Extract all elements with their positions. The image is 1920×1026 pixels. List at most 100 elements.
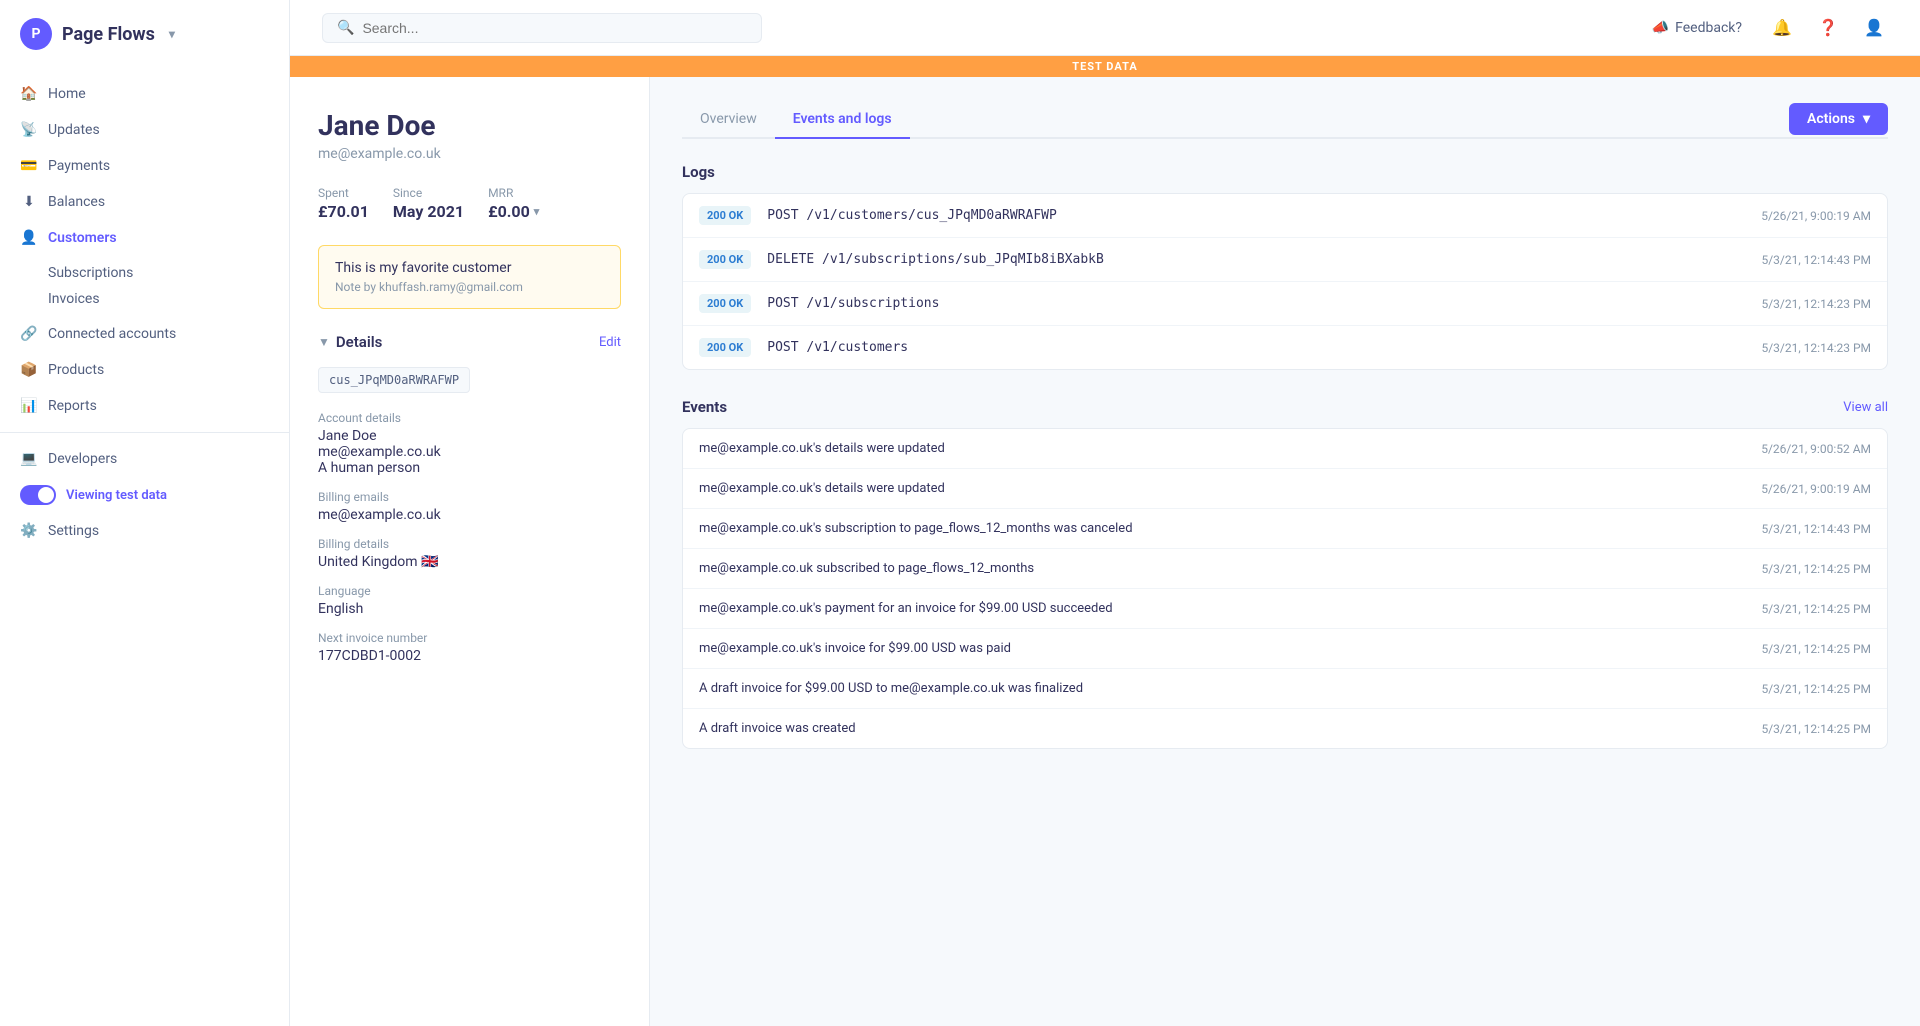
status-badge: 200 OK	[699, 250, 751, 269]
language-value: English	[318, 601, 621, 617]
table-row[interactable]: 200 OK POST /v1/customers/cus_JPqMD0aRWR…	[683, 194, 1887, 238]
account-description: A human person	[318, 460, 621, 476]
table-row[interactable]: 200 OK POST /v1/subscriptions 5/3/21, 12…	[683, 282, 1887, 326]
event-description: me@example.co.uk subscribed to page_flow…	[699, 561, 1745, 576]
sidebar: P Page Flows ▾ 🏠 Home 📡 Updates 💳 Paymen…	[0, 0, 290, 1026]
log-endpoint: POST /v1/subscriptions	[767, 296, 1745, 311]
test-data-label: Viewing test data	[66, 488, 167, 503]
list-item[interactable]: me@example.co.uk's subscription to page_…	[683, 509, 1887, 549]
help-icon[interactable]: ❓	[1814, 14, 1842, 42]
payments-icon: 💳	[20, 157, 38, 175]
account-details-row: Account details Jane Doe me@example.co.u…	[318, 411, 621, 476]
connected-accounts-icon: 🔗	[20, 325, 38, 343]
language-row: Language English	[318, 584, 621, 617]
billing-details-label: Billing details	[318, 537, 621, 551]
language-label: Language	[318, 584, 621, 598]
note-by: Note by khuffash.ramy@gmail.com	[335, 280, 604, 294]
event-time: 5/3/21, 12:14:25 PM	[1761, 722, 1871, 736]
stat-mrr-label: MRR	[488, 186, 539, 200]
sidebar-item-developers[interactable]: 💻 Developers	[0, 441, 289, 477]
sidebar-item-customers[interactable]: 👤 Customers	[0, 220, 289, 256]
event-time: 5/26/21, 9:00:52 AM	[1761, 442, 1871, 456]
list-item[interactable]: me@example.co.uk's payment for an invoic…	[683, 589, 1887, 629]
sidebar-item-connected-accounts[interactable]: 🔗 Connected accounts	[0, 316, 289, 352]
events-logs-panel: Overview Events and logs Actions ▾ Logs …	[650, 77, 1920, 1026]
app-logo[interactable]: P Page Flows ▾	[0, 0, 289, 68]
stat-since-value: May 2021	[393, 202, 464, 221]
test-data-toggle[interactable]	[20, 485, 56, 505]
sidebar-item-label: Products	[48, 362, 104, 378]
logo-icon: P	[20, 18, 52, 50]
sidebar-item-home[interactable]: 🏠 Home	[0, 76, 289, 112]
topbar-right: 📣 Feedback? 🔔 ❓ 👤	[1644, 14, 1888, 42]
account-name: Jane Doe	[318, 428, 621, 444]
billing-emails-label: Billing emails	[318, 490, 621, 504]
sidebar-item-label: Customers	[48, 230, 117, 246]
actions-chevron-icon: ▾	[1863, 111, 1870, 127]
chevron-down-icon: ▾	[169, 27, 175, 41]
search-icon: 🔍	[337, 20, 354, 36]
sidebar-item-products[interactable]: 📦 Products	[0, 352, 289, 388]
table-row[interactable]: 200 OK DELETE /v1/subscriptions/sub_JPqM…	[683, 238, 1887, 282]
event-description: me@example.co.uk's details were updated	[699, 481, 1745, 496]
tab-events-logs[interactable]: Events and logs	[775, 101, 910, 139]
customers-icon: 👤	[20, 229, 38, 247]
sidebar-item-balances[interactable]: ⬇ Balances	[0, 184, 289, 220]
events-section-label: Events	[682, 398, 727, 416]
sidebar-item-updates[interactable]: 📡 Updates	[0, 112, 289, 148]
stat-spent-value: £70.01	[318, 202, 369, 221]
sidebar-item-label: Updates	[48, 122, 100, 138]
feedback-button[interactable]: 📣 Feedback?	[1644, 16, 1750, 40]
customer-id-badge: cus_JPqMD0aRWRAFWP	[318, 367, 470, 393]
list-item[interactable]: me@example.co.uk's details were updated …	[683, 429, 1887, 469]
stat-spent-label: Spent	[318, 186, 369, 200]
list-item[interactable]: me@example.co.uk's details were updated …	[683, 469, 1887, 509]
megaphone-icon: 📣	[1652, 20, 1669, 36]
sidebar-divider	[0, 432, 289, 433]
event-time: 5/3/21, 12:14:25 PM	[1761, 562, 1871, 576]
event-time: 5/3/21, 12:14:25 PM	[1761, 602, 1871, 616]
view-all-link[interactable]: View all	[1843, 400, 1888, 415]
list-item[interactable]: A draft invoice for $99.00 USD to me@exa…	[683, 669, 1887, 709]
flag-icon: 🇬🇧	[421, 554, 438, 570]
tab-overview[interactable]: Overview	[682, 101, 775, 139]
user-avatar[interactable]: 👤	[1860, 14, 1888, 42]
next-invoice-label: Next invoice number	[318, 631, 621, 645]
event-description: me@example.co.uk's subscription to page_…	[699, 521, 1745, 536]
sidebar-item-settings[interactable]: ⚙️ Settings	[0, 513, 289, 549]
event-description: A draft invoice for $99.00 USD to me@exa…	[699, 681, 1745, 696]
note-text: This is my favorite customer	[335, 260, 604, 276]
list-item[interactable]: me@example.co.uk's invoice for $99.00 US…	[683, 629, 1887, 669]
sidebar-item-reports[interactable]: 📊 Reports	[0, 388, 289, 424]
sidebar-nav: 🏠 Home 📡 Updates 💳 Payments ⬇ Balances 👤…	[0, 68, 289, 1026]
tab-bar: Overview Events and logs Actions ▾	[682, 101, 1888, 139]
sidebar-item-invoices[interactable]: Invoices	[48, 286, 289, 312]
search-box[interactable]: 🔍	[322, 13, 762, 43]
topbar: 🔍 📣 Feedback? 🔔 ❓ 👤	[290, 0, 1920, 56]
log-endpoint: POST /v1/customers/cus_JPqMD0aRWRAFWP	[767, 208, 1745, 223]
log-time: 5/26/21, 9:00:19 AM	[1761, 209, 1871, 223]
log-time: 5/3/21, 12:14:43 PM	[1761, 253, 1871, 267]
account-email: me@example.co.uk	[318, 444, 621, 460]
stat-since: Since May 2021	[393, 186, 464, 221]
sidebar-item-label: Home	[48, 86, 86, 102]
search-input[interactable]	[362, 20, 747, 36]
customer-note: This is my favorite customer Note by khu…	[318, 245, 621, 309]
billing-emails-row: Billing emails me@example.co.uk	[318, 490, 621, 523]
actions-button[interactable]: Actions ▾	[1789, 103, 1888, 135]
edit-link[interactable]: Edit	[599, 335, 621, 350]
sidebar-item-label: Settings	[48, 523, 99, 539]
billing-details-row: Billing details United Kingdom 🇬🇧	[318, 537, 621, 570]
table-row[interactable]: 200 OK POST /v1/customers 5/3/21, 12:14:…	[683, 326, 1887, 369]
customers-sub-nav: Subscriptions Invoices	[0, 256, 289, 316]
sidebar-item-payments[interactable]: 💳 Payments	[0, 148, 289, 184]
sidebar-item-label: Developers	[48, 451, 117, 467]
billing-country: United Kingdom 🇬🇧	[318, 554, 621, 570]
stat-since-label: Since	[393, 186, 464, 200]
event-description: me@example.co.uk's payment for an invoic…	[699, 601, 1745, 616]
account-details-label: Account details	[318, 411, 621, 425]
sidebar-item-subscriptions[interactable]: Subscriptions	[48, 260, 289, 286]
notifications-icon[interactable]: 🔔	[1768, 14, 1796, 42]
list-item[interactable]: A draft invoice was created 5/3/21, 12:1…	[683, 709, 1887, 748]
list-item[interactable]: me@example.co.uk subscribed to page_flow…	[683, 549, 1887, 589]
